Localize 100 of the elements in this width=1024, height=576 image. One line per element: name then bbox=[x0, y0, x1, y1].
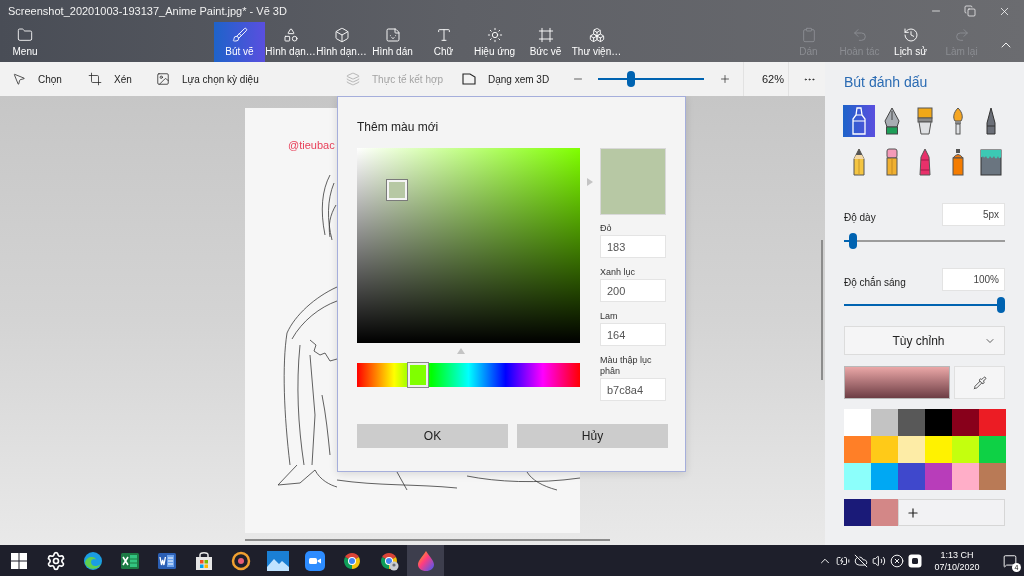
color-swatch[interactable] bbox=[871, 409, 898, 436]
text-icon bbox=[435, 27, 452, 43]
cancel-button[interactable]: Hủy bbox=[517, 424, 668, 448]
ok-button[interactable]: OK bbox=[357, 424, 508, 448]
ribbon-tab[interactable]: Thư viện… bbox=[571, 22, 622, 62]
cloud-off-icon[interactable] bbox=[854, 553, 868, 568]
zoom-in-icon[interactable] bbox=[719, 73, 731, 85]
clock-date: 07/10/2020 bbox=[934, 560, 980, 573]
flat-brush-icon bbox=[916, 107, 934, 135]
slider-thumb[interactable] bbox=[997, 297, 1005, 313]
horizontal-scrollbar[interactable] bbox=[245, 539, 610, 541]
color-swatch[interactable] bbox=[898, 409, 925, 436]
rounded-square-icon[interactable] bbox=[908, 553, 922, 568]
thickness-slider[interactable] bbox=[844, 233, 1005, 249]
number-field[interactable]: 183 bbox=[600, 235, 666, 258]
thickness-field[interactable]: 5px bbox=[942, 203, 1005, 226]
fine-pen-icon bbox=[985, 107, 997, 135]
brush-icon bbox=[231, 27, 248, 43]
color-preview bbox=[600, 148, 666, 215]
hue-slider[interactable] bbox=[357, 363, 580, 387]
field-label: Lam bbox=[600, 311, 619, 322]
paintbrush-icon bbox=[951, 107, 965, 135]
brush-button[interactable] bbox=[843, 105, 875, 137]
ribbon-tab[interactable]: Hình dạn… bbox=[316, 22, 367, 62]
pointer-icon bbox=[12, 72, 26, 86]
zoom-percent: 62% bbox=[761, 73, 784, 85]
ribbon-tab[interactable]: Chữ bbox=[418, 22, 469, 62]
slider-thumb[interactable] bbox=[848, 233, 857, 249]
color-swatch[interactable] bbox=[844, 436, 871, 463]
add-color-button[interactable] bbox=[897, 499, 1005, 526]
color-swatch[interactable] bbox=[979, 436, 1006, 463]
settings-icon bbox=[45, 550, 66, 571]
color-swatch[interactable] bbox=[979, 463, 1006, 490]
shopping-bag-icon bbox=[193, 550, 214, 571]
toolbar-button[interactable]: Dạng xem 3D bbox=[456, 62, 560, 96]
menu-button[interactable]: Menu bbox=[0, 22, 50, 62]
ribbon-tab[interactable]: Hình dán bbox=[367, 22, 418, 62]
paint-bucket-icon bbox=[979, 148, 1003, 176]
color-swatch[interactable] bbox=[979, 409, 1006, 436]
color-spectrum[interactable] bbox=[357, 148, 580, 343]
circle-x-icon[interactable] bbox=[890, 553, 904, 568]
toolbar-button[interactable]: Xén bbox=[82, 62, 146, 96]
color-swatch[interactable] bbox=[871, 463, 898, 490]
color-swatch[interactable] bbox=[925, 436, 952, 463]
color-swatch[interactable] bbox=[898, 463, 925, 490]
opacity-field[interactable]: 100% bbox=[942, 268, 1005, 291]
history-icon bbox=[902, 27, 919, 43]
eraser-icon bbox=[885, 148, 899, 176]
image-icon bbox=[156, 72, 170, 86]
crop-icon bbox=[88, 72, 102, 86]
notification-icon[interactable] bbox=[1003, 553, 1017, 568]
ribbon-action-button[interactable]: Lịch sử bbox=[885, 22, 936, 62]
field-label: Màu thập lục phân bbox=[600, 355, 653, 377]
number-field[interactable]: 164 bbox=[600, 323, 666, 346]
color-swatch[interactable] bbox=[952, 409, 979, 436]
eyedropper-icon bbox=[972, 375, 987, 390]
start-icon[interactable] bbox=[10, 552, 27, 569]
toolbar-button[interactable]: Chọn bbox=[6, 62, 76, 96]
spray-can-icon bbox=[951, 148, 965, 176]
color-mode-dropdown[interactable]: Tùy chỉnh bbox=[844, 326, 1005, 355]
volume-icon[interactable] bbox=[872, 553, 886, 568]
caret-up-icon bbox=[457, 348, 465, 354]
number-field[interactable]: 200 bbox=[600, 279, 666, 302]
zoom-slider[interactable] bbox=[598, 71, 704, 87]
view-3d-icon bbox=[462, 72, 476, 86]
color-swatch[interactable] bbox=[898, 436, 925, 463]
frame-icon bbox=[537, 27, 554, 43]
profile-browser-icon bbox=[378, 550, 399, 571]
color-swatch[interactable] bbox=[952, 463, 979, 490]
color-swatch[interactable] bbox=[925, 463, 952, 490]
color-marker-icon[interactable] bbox=[387, 180, 408, 201]
color-swatch[interactable] bbox=[844, 463, 871, 490]
ribbon-tab[interactable]: Bút vẽ bbox=[214, 22, 265, 62]
ribbon-tab[interactable]: Hiệu ứng bbox=[469, 22, 520, 62]
hex-field[interactable]: b7c8a4 bbox=[600, 378, 666, 401]
pen-nib-icon bbox=[883, 107, 901, 135]
color-swatch[interactable] bbox=[844, 409, 871, 436]
vertical-scrollbar[interactable] bbox=[821, 240, 823, 380]
pencil-icon bbox=[852, 148, 866, 176]
spreadsheet-icon bbox=[119, 550, 140, 571]
crayon-icon bbox=[918, 148, 932, 176]
zoom-slider-thumb[interactable] bbox=[627, 71, 636, 87]
color-swatch[interactable] bbox=[870, 499, 898, 526]
caret-right-icon bbox=[587, 178, 593, 186]
opacity-slider[interactable] bbox=[844, 297, 1005, 313]
ribbon-tab[interactable]: Bức vẽ bbox=[520, 22, 571, 62]
browser-icon bbox=[341, 550, 362, 571]
hue-slider-thumb[interactable] bbox=[407, 363, 428, 387]
restore-icon[interactable] bbox=[964, 5, 976, 17]
sticker-icon bbox=[384, 27, 401, 43]
video-camera-icon bbox=[304, 550, 325, 571]
color-swatch[interactable] bbox=[925, 409, 952, 436]
color-swatch[interactable] bbox=[871, 436, 898, 463]
color-swatch[interactable] bbox=[952, 436, 979, 463]
ribbon-tab[interactable]: Hình dạn… bbox=[265, 22, 316, 62]
color-swatch[interactable] bbox=[844, 499, 871, 526]
setting-label: Độ dày bbox=[844, 212, 876, 223]
toolbar-button[interactable]: Lựa chọn kỳ diệu bbox=[150, 62, 280, 96]
undo-icon bbox=[851, 27, 868, 43]
cube-icon bbox=[333, 27, 350, 43]
